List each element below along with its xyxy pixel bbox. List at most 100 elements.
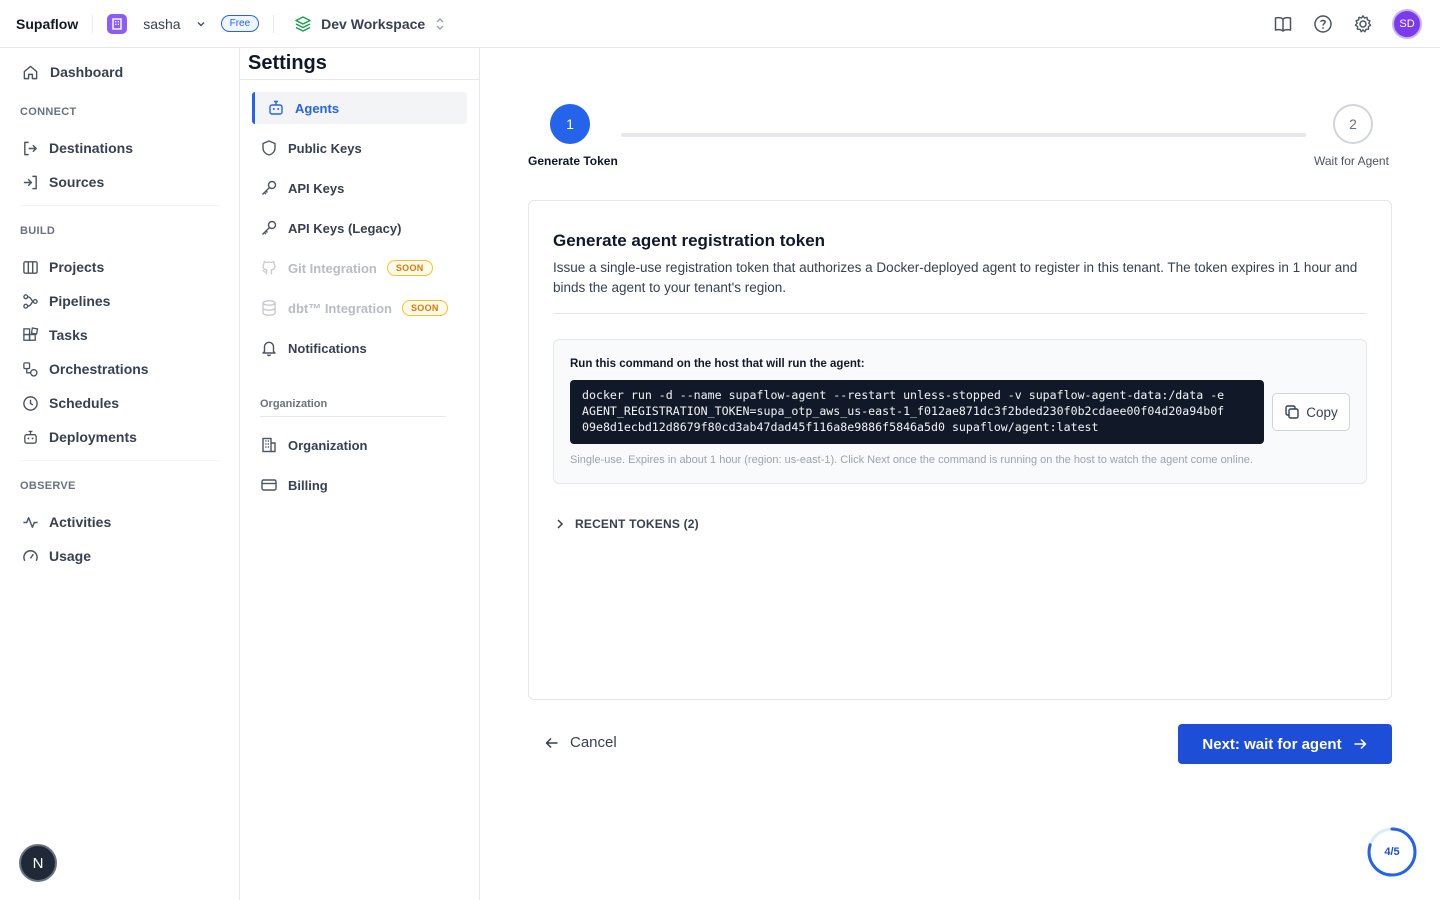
log-in-icon xyxy=(23,175,37,189)
settings-item-label: Git Integration xyxy=(288,260,377,276)
copy-label: Copy xyxy=(1306,404,1338,420)
progress-label: 4/5 xyxy=(1384,846,1400,858)
layers-icon xyxy=(294,15,312,33)
settings-item-dbt-integration: dbt™ Integration SOON xyxy=(260,292,466,324)
cancel-button[interactable]: Cancel xyxy=(544,734,617,751)
sidebar-item-schedules[interactable]: Schedules xyxy=(22,393,119,413)
chevron-updown-icon xyxy=(434,17,446,31)
section-observe: OBSERVE xyxy=(20,480,76,492)
sidebar-item-pipelines[interactable]: Pipelines xyxy=(22,291,110,311)
shapes-icon xyxy=(23,361,38,377)
settings-item-git-integration: Git Integration SOON xyxy=(260,252,466,284)
sidebar-item-label: Dashboard xyxy=(50,64,124,80)
settings-item-api-keys-legacy[interactable]: API Keys (Legacy) xyxy=(260,212,466,244)
divider xyxy=(240,79,479,80)
building-icon xyxy=(107,13,128,34)
divider xyxy=(273,14,275,33)
help-icon[interactable] xyxy=(1312,13,1334,35)
building-icon xyxy=(262,437,276,453)
tenant-name: sasha xyxy=(143,15,181,32)
next-wait-for-agent-button[interactable]: Next: wait for agent xyxy=(1178,724,1392,764)
key-icon xyxy=(262,180,277,195)
divider xyxy=(20,460,220,461)
avatar[interactable]: SD xyxy=(1392,8,1422,39)
gear-icon[interactable] xyxy=(1352,13,1374,35)
sidebar-item-usage[interactable]: Usage xyxy=(22,546,91,566)
settings-item-label: dbt™ Integration xyxy=(288,300,392,316)
onboarding-progress[interactable]: 4/5 xyxy=(1366,826,1418,878)
robot-icon xyxy=(269,100,283,115)
sidebar-item-label: Activities xyxy=(49,514,112,530)
home-icon xyxy=(23,65,38,79)
clock-icon xyxy=(23,395,38,411)
settings-item-label: Organization xyxy=(288,437,368,453)
sidebar-item-orchestrations[interactable]: Orchestrations xyxy=(22,359,149,379)
settings-item-label: Public Keys xyxy=(288,140,362,156)
docs-book-icon[interactable] xyxy=(1272,13,1294,35)
sidebar: Dashboard CONNECT Destinations Sources B… xyxy=(0,48,240,900)
activity-icon xyxy=(23,516,38,528)
section-organization: Organization xyxy=(260,398,328,410)
command-label: Run this command on the host that will r… xyxy=(570,358,865,370)
sidebar-item-label: Destinations xyxy=(49,140,134,156)
gauge-icon xyxy=(23,549,38,561)
settings-item-api-keys[interactable]: API Keys xyxy=(260,172,466,204)
divider xyxy=(20,205,220,206)
sidebar-item-label: Tasks xyxy=(49,327,88,343)
workspace-name: Dev Workspace xyxy=(321,15,426,32)
copy-button[interactable]: Copy xyxy=(1272,393,1350,431)
settings-item-billing[interactable]: Billing xyxy=(260,469,466,501)
brand-logo[interactable]: Supaflow xyxy=(16,16,78,32)
sidebar-item-sources[interactable]: Sources xyxy=(22,172,104,192)
settings-item-organization[interactable]: Organization xyxy=(260,429,466,461)
sidebar-item-deployments[interactable]: Deployments xyxy=(22,427,137,447)
soon-badge: SOON xyxy=(402,300,448,316)
settings-title: Settings xyxy=(248,52,327,74)
sidebar-item-tasks[interactable]: Tasks xyxy=(22,325,88,345)
workflow-icon xyxy=(23,293,38,309)
settings-panel: Settings Agents Public Keys API Keys API… xyxy=(240,48,480,900)
github-icon xyxy=(262,261,276,275)
sidebar-item-label: Sources xyxy=(49,174,105,190)
settings-item-label: API Keys xyxy=(288,180,345,196)
key-icon xyxy=(262,220,277,235)
workspace-switcher[interactable]: Dev Workspace xyxy=(288,15,446,33)
step-2-label: Wait for Agent xyxy=(1314,154,1389,168)
card-description: Issue a single-use registration token th… xyxy=(553,260,1358,295)
step-1-indicator: 1 xyxy=(550,104,590,144)
log-out-icon xyxy=(24,141,37,155)
shield-icon xyxy=(262,140,276,156)
sidebar-item-label: Projects xyxy=(49,259,105,275)
settings-item-notifications[interactable]: Notifications xyxy=(260,332,466,364)
settings-item-label: Billing xyxy=(288,477,328,493)
cancel-label: Cancel xyxy=(570,734,617,751)
sidebar-item-activities[interactable]: Activities xyxy=(22,512,111,532)
settings-item-label: Agents xyxy=(295,100,340,116)
sidebar-item-dashboard[interactable]: Dashboard xyxy=(22,62,123,82)
chevron-down-icon xyxy=(195,18,207,30)
command-code-block[interactable]: docker run -d --name supaflow-agent --re… xyxy=(570,380,1264,444)
settings-item-label: Notifications xyxy=(288,340,367,356)
step-2-indicator: 2 xyxy=(1333,104,1373,144)
sidebar-item-label: Orchestrations xyxy=(49,361,149,377)
next-label: Next: wait for agent xyxy=(1202,735,1342,753)
step-1-label: Generate Token xyxy=(528,154,618,168)
arrow-left-icon xyxy=(545,737,558,748)
recent-tokens-toggle[interactable]: RECENT TOKENS (2) xyxy=(553,517,699,531)
settings-item-agents[interactable]: Agents xyxy=(252,92,467,124)
stepper-track xyxy=(621,133,1306,137)
tenant-switcher[interactable]: sasha xyxy=(107,13,207,34)
blocks-icon xyxy=(23,326,39,341)
credit-card-icon xyxy=(261,479,277,491)
bell-icon xyxy=(262,341,276,357)
recent-tokens-label: RECENT TOKENS (2) xyxy=(575,517,699,531)
sidebar-item-destinations[interactable]: Destinations xyxy=(22,138,133,158)
columns-icon xyxy=(23,260,38,274)
settings-item-public-keys[interactable]: Public Keys xyxy=(260,132,466,164)
card-title: Generate agent registration token xyxy=(553,231,826,250)
sidebar-item-projects[interactable]: Projects xyxy=(22,257,104,277)
command-hint: Single-use. Expires in about 1 hour (reg… xyxy=(570,454,1253,466)
divider xyxy=(92,14,94,33)
dev-tools-badge[interactable]: N xyxy=(19,844,57,882)
section-connect: CONNECT xyxy=(20,106,77,118)
